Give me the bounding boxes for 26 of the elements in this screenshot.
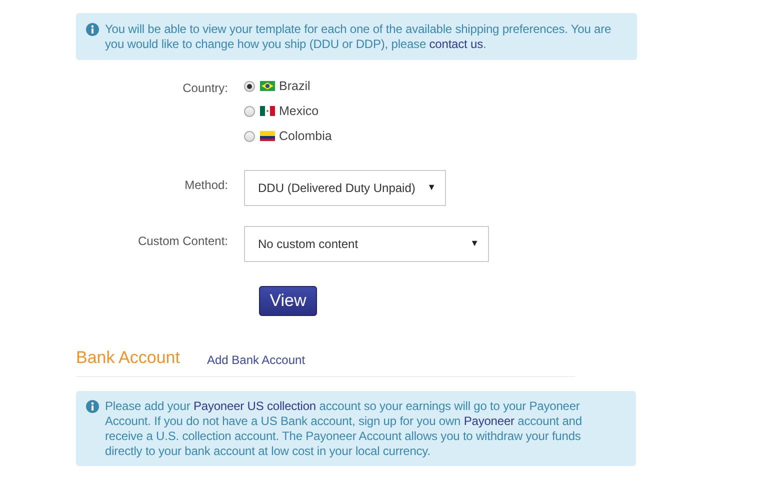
radio-button[interactable]	[244, 80, 255, 92]
mexico-flag-icon	[260, 106, 275, 116]
section-heading: Bank Account	[76, 348, 180, 368]
inline-link[interactable]: Payoneer	[464, 414, 514, 428]
alert-message: Please add your Payoneer US collection account so your earnings will go to your Payoneer Account. If you do not have a US Bank account, sign up for you own Payoneer account and receive a U.S. collection account. The Payoneer Account allows you to withdraw your funds directly to your bank account at low cost in your local currency.	[105, 399, 582, 459]
add-bank-account-link[interactable]: Add Bank Account	[206, 352, 306, 368]
brazil-flag-icon	[260, 81, 275, 91]
radio-button[interactable]	[244, 106, 255, 116]
country-label: Country:	[182, 80, 229, 97]
method-select[interactable]: DDU (Delivered Duty Unpaid) ▼	[244, 170, 446, 206]
method-label: Method:	[184, 177, 229, 194]
inline-link[interactable]: contact us	[429, 37, 483, 51]
custom-content-label: Custom Content:	[136, 233, 229, 250]
radio-label[interactable]: Brazil	[279, 76, 310, 96]
colombia-flag-icon	[260, 131, 275, 141]
view-button[interactable]: View	[259, 286, 317, 316]
caret-icon: ▼	[427, 181, 436, 195]
radio-button[interactable]	[244, 130, 255, 142]
info-icon	[86, 400, 99, 413]
radio-label[interactable]: Mexico	[279, 102, 319, 120]
info-icon	[86, 23, 99, 36]
inline-link[interactable]: Payoneer US collection	[193, 399, 316, 413]
custom-content-select[interactable]: No custom content ▼	[244, 226, 489, 262]
alert-message: You will be able to view your template for each one of the available shipping preferences. You are you would like to change how you ship (DDU or DDP), please contact us.	[105, 22, 612, 52]
caret-icon: ▼	[470, 237, 479, 251]
radio-label[interactable]: Colombia	[279, 126, 332, 146]
